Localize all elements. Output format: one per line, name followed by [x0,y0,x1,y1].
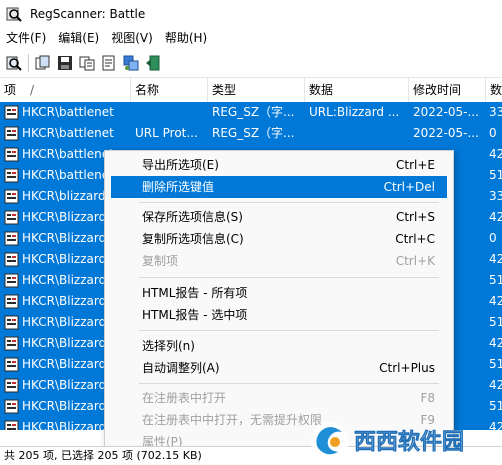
menu-edit[interactable]: 编辑(E) [52,28,105,48]
registry-value-icon [4,252,19,267]
column-header-extra[interactable]: 数 [486,78,502,102]
menu-item-delete[interactable]: 删除所选键值 Ctrl+Del [111,176,447,198]
cell-extra: 42 [489,147,502,161]
registry-value-icon [4,357,19,372]
regscanner-app-icon [6,7,22,22]
cell-extra: 42 [489,378,502,392]
window-title: RegScanner: Battle [30,7,146,21]
registry-value-icon [4,231,19,246]
copy-rows-icon[interactable] [79,55,95,71]
cell-extra: 33 [489,189,502,203]
column-header-time[interactable]: 修改时间 [409,78,486,102]
cell-extra: 42 [489,252,502,266]
save-icon[interactable] [57,55,73,71]
toolbar [0,49,502,78]
cell-extra: 51 [489,315,502,329]
title-bar: RegScanner: Battle [0,0,502,28]
menu-view[interactable]: 视图(V) [105,28,159,48]
table-row[interactable]: HKCR\battlenet URL Prot... REG_SZ（字... 2022… [0,123,502,144]
registry-value-icon [4,189,19,204]
context-menu: 导出所选项(E) Ctrl+E 删除所选键值 Ctrl+Del 保存所选项信息(S)… [104,150,454,458]
menu-separator [139,383,439,384]
cell-extra: 42 [489,336,502,350]
registry-value-icon [4,294,19,309]
cell-key: HKCR\battlenet [22,105,114,119]
registry-value-icon [4,168,19,183]
column-header-name[interactable]: 名称 [131,78,208,102]
registry-value-icon [4,420,19,430]
cell-extra: 0 [489,231,497,245]
registry-value-icon [4,315,19,330]
registry-value-icon [4,399,19,414]
cell-name: URL Prot... [135,126,198,140]
menu-item-auto-size[interactable]: 自动调整列(A) Ctrl+Plus [111,357,447,379]
cell-data [309,123,407,144]
registry-value-icon [4,336,19,351]
column-header-key[interactable]: 项 / [0,78,131,102]
menu-separator [139,202,439,203]
menu-item-html-all[interactable]: HTML报告 - 所有项 [111,282,447,304]
regedit-icon[interactable] [123,55,139,71]
toolbar-separator [28,54,29,72]
menu-help[interactable]: 帮助(H) [159,28,213,48]
cell-time: 2022-05-... [413,126,479,140]
scan-icon[interactable] [6,55,22,71]
cell-type: REG_SZ（字... [212,126,295,140]
menu-item-copy-item: 复制项 Ctrl+K [142,254,435,268]
cell-name [135,102,207,123]
registry-value-icon [4,210,19,225]
registry-value-icon [4,126,19,141]
registry-value-icon [4,273,19,288]
cell-extra: 51 [489,168,502,182]
menu-item-export[interactable]: 导出所选项(E) Ctrl+E [111,154,447,176]
properties-icon[interactable] [101,55,117,71]
table-row[interactable]: HKCR\battlenet REG_SZ（字... URL:Blizzard ..… [0,102,502,123]
watermark-text: 西西软件园 [354,429,464,455]
registry-value-icon [4,147,19,162]
cell-extra: 51 [489,399,502,413]
cell-key: HKCR\battlenet [22,126,114,140]
copy-icon[interactable] [35,55,51,71]
menu-item-copy-info[interactable]: 复制所选项信息(C) Ctrl+C [111,228,447,250]
menu-file[interactable]: 文件(F) [0,28,52,48]
menu-separator [139,277,439,278]
cell-data: URL:Blizzard ... [309,105,400,119]
table-header: 项 / 名称 类型 数据 修改时间 数 [0,78,502,103]
menu-item-html-selected[interactable]: HTML报告 - 选中项 [111,304,447,326]
cell-extra: 42 [489,210,502,224]
registry-value-icon [4,105,19,120]
exit-icon[interactable] [145,55,161,71]
column-header-type[interactable]: 类型 [208,78,305,102]
registry-value-icon [4,378,19,393]
menu-separator [139,330,439,331]
cell-extra: 0 [489,126,497,140]
column-header-data[interactable]: 数据 [305,78,409,102]
site-watermark-logo: 西西软件园 [311,422,464,460]
cell-extra: 33 [489,105,502,119]
sort-arrow-icon: / [30,83,35,97]
cell-time: 2022-05-... [413,105,479,119]
menu-item-save-info[interactable]: 保存所选项信息(S) Ctrl+S [111,206,447,228]
menu-item-choose-columns[interactable]: 选择列(n) [111,335,447,357]
cell-extra: 42 [489,294,502,308]
cell-extra: 51 [489,273,502,287]
menu-item-open-regedit: 在注册表中打开 F8 [142,391,435,405]
cell-type: REG_SZ（字... [212,105,295,119]
cell-extra: 51 [489,357,502,371]
menu-bar: 文件(F) 编辑(E) 视图(V) 帮助(H) [0,28,502,48]
